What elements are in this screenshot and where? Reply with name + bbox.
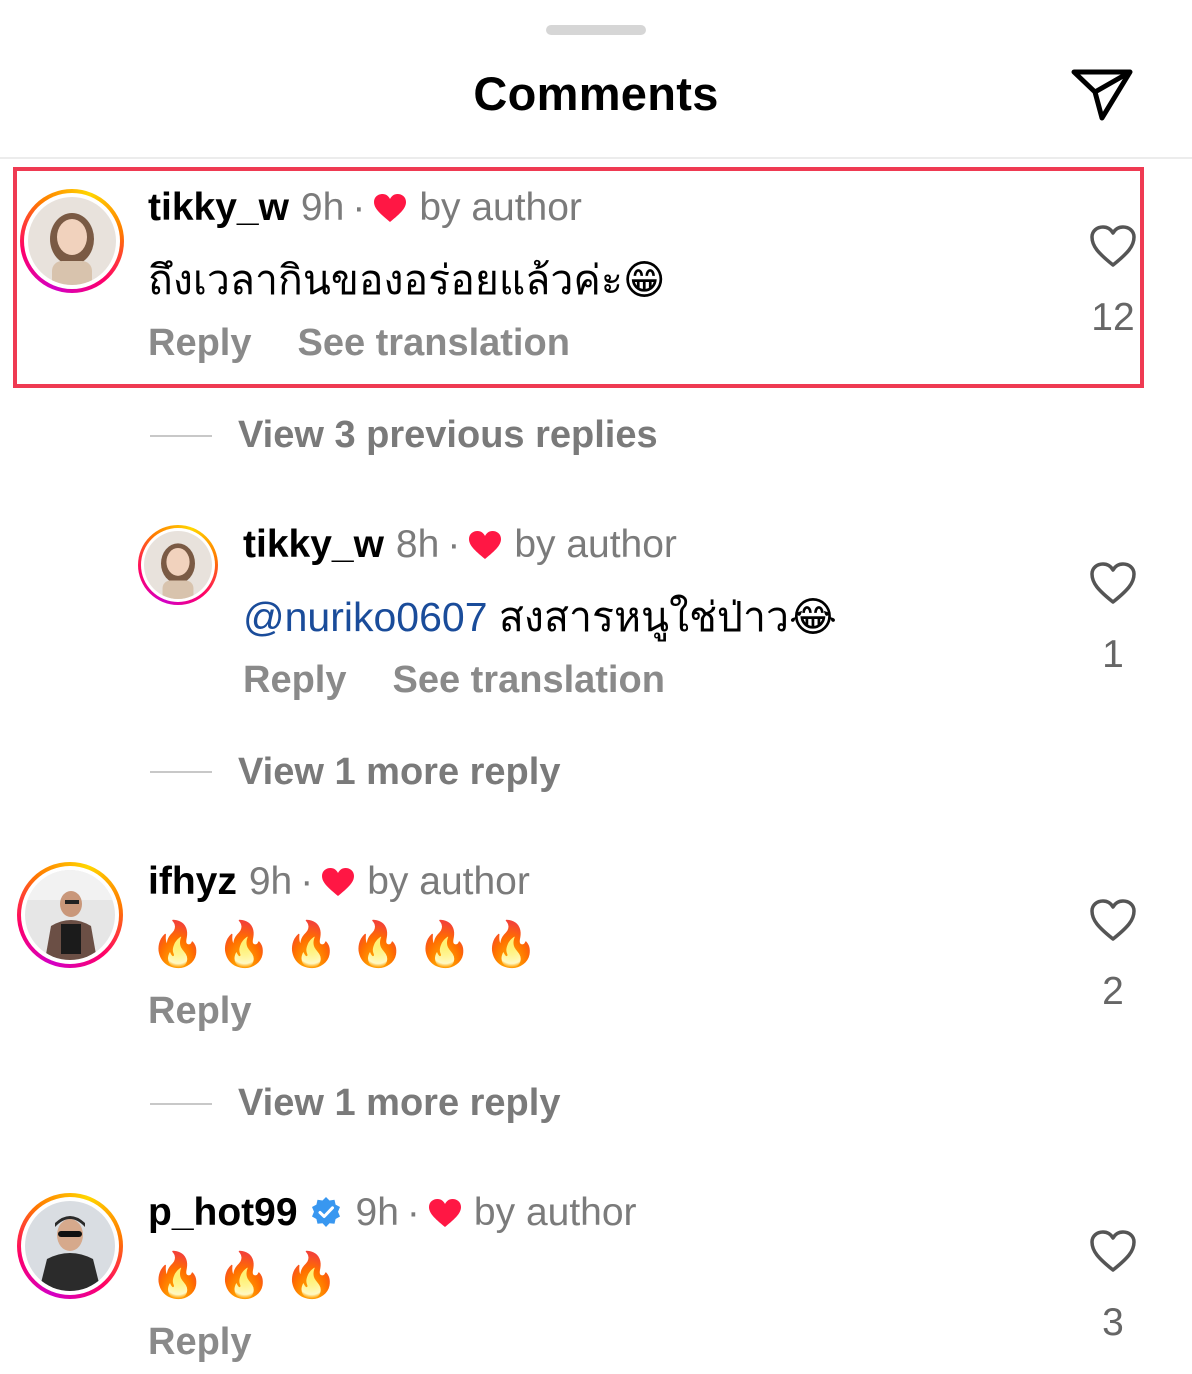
heart-filled-icon <box>428 1199 461 1227</box>
liked-by-author-label: by author <box>419 186 582 229</box>
comment-meta: tikky_w 9h · by author <box>148 186 582 229</box>
header-divider <box>0 157 1192 159</box>
comment-meta: tikky_w 8h · by author <box>243 523 677 566</box>
heart-outline-icon <box>1090 899 1136 941</box>
like-count: 3 <box>1102 1301 1124 1344</box>
like-button[interactable] <box>1083 898 1143 947</box>
see-translation-button[interactable]: See translation <box>392 659 664 701</box>
like-button[interactable] <box>1083 224 1143 273</box>
username[interactable]: tikky_w <box>148 186 289 229</box>
view-more-replies-button[interactable]: View 1 more reply <box>238 751 560 794</box>
like-button[interactable] <box>1083 561 1143 610</box>
comment-text: 🔥🔥🔥🔥🔥🔥 <box>150 920 551 969</box>
like-count: 12 <box>1091 296 1135 339</box>
heart-filled-icon <box>322 868 355 896</box>
replies-divider-line <box>150 435 212 437</box>
view-previous-replies-button[interactable]: View 3 previous replies <box>238 414 658 457</box>
reply-button[interactable]: Reply <box>148 1321 251 1363</box>
avatar[interactable] <box>17 1193 123 1299</box>
comment-meta: p_hot99 9h · by author <box>148 1191 637 1234</box>
comment-actions: Reply <box>148 1321 297 1364</box>
timestamp: 9h <box>300 186 345 229</box>
comments-sheet: Comments tikky_w 9h · by author ถึงเวลากินข… <box>0 0 1192 1374</box>
like-count: 2 <box>1102 970 1124 1013</box>
comment-actions: Reply See translation <box>243 659 711 702</box>
comment-meta: ifhyz 9h · by author <box>148 860 530 903</box>
timestamp: 9h <box>248 860 293 903</box>
liked-by-author-label: by author <box>514 523 677 566</box>
reply-button[interactable]: Reply <box>243 659 346 701</box>
mention-link[interactable]: @nuriko0607 <box>243 594 488 640</box>
comment-text: ถึงเวลากินของอร่อยแล้วค่ะ😁 <box>148 257 666 303</box>
page-title: Comments <box>473 67 719 120</box>
comment-actions: Reply See translation <box>148 322 616 365</box>
avatar[interactable] <box>138 525 218 605</box>
avatar-photo <box>25 870 115 960</box>
see-translation-button[interactable]: See translation <box>297 322 569 364</box>
view-more-replies-button[interactable]: View 1 more reply <box>238 1082 560 1125</box>
replies-divider-line <box>150 771 212 773</box>
verified-badge-icon <box>311 1197 340 1227</box>
comment-text: @nuriko0607 สงสารหนูใช่ป่าว😂 <box>243 585 837 650</box>
heart-outline-icon <box>1090 562 1136 604</box>
username[interactable]: ifhyz <box>148 860 237 903</box>
username[interactable]: p_hot99 <box>148 1191 298 1234</box>
heart-outline-icon <box>1090 1230 1136 1272</box>
timestamp: 8h <box>395 523 440 566</box>
avatar-photo <box>25 1201 115 1291</box>
like-button[interactable] <box>1083 1229 1143 1278</box>
like-count: 1 <box>1102 633 1124 676</box>
avatar[interactable] <box>17 862 123 968</box>
heart-filled-icon <box>374 194 407 222</box>
send-icon[interactable] <box>1070 66 1134 124</box>
sheet-grabber[interactable] <box>546 25 646 35</box>
heart-outline-icon <box>1090 225 1136 267</box>
comment-body: สงสารหนูใช่ป่าว😂 <box>498 594 837 640</box>
timestamp: 9h <box>355 1191 399 1234</box>
username[interactable]: tikky_w <box>243 523 384 566</box>
avatar-photo <box>28 197 116 285</box>
reply-button[interactable]: Reply <box>148 990 251 1032</box>
comment-actions: Reply <box>148 990 297 1033</box>
reply-button[interactable]: Reply <box>148 322 251 364</box>
liked-by-author-label: by author <box>473 1191 637 1234</box>
liked-by-author-label: by author <box>367 860 530 903</box>
comment-text: 🔥🔥🔥 <box>150 1251 351 1300</box>
avatar[interactable] <box>20 189 124 293</box>
avatar-photo <box>144 531 212 599</box>
replies-divider-line <box>150 1103 212 1105</box>
heart-filled-icon <box>469 531 502 559</box>
